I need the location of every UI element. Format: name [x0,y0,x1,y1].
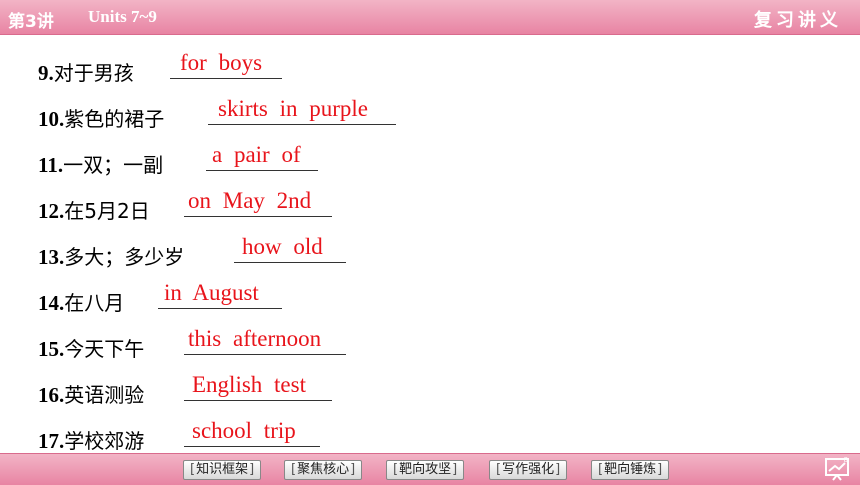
answer-text: in August [164,280,259,305]
answer-blank [184,216,332,217]
item-number: 9. [38,61,54,85]
item-prompt: 英语测验 [64,383,145,407]
lesson-title: 第3讲 [8,12,54,32]
item-prompt: 紫色的裙子 [64,107,165,131]
item-number: 17. [38,429,65,453]
units-title: Units 7~9 [88,7,157,26]
answer-text: a pair of [212,142,301,167]
exercise-item: 14.在八月 in August [38,280,738,316]
answer-text: on May 2nd [188,188,312,213]
answer-text: skirts in purple [218,96,368,121]
item-number: 11. [38,153,64,177]
item-number: 10. [38,107,65,131]
nav-writing-reinforce-button[interactable]: 写作强化 [489,460,568,480]
exercise-item: 10.紫色的裙子 skirts in purple [38,96,738,132]
item-number: 16. [38,383,65,407]
answer-blank [158,308,282,309]
footer-nav-bar: 知识框架 聚焦核心 靶向攻坚 写作强化 靶向锤炼 8 [0,453,860,485]
exercise-item: 15.今天下午 this afternoon [38,326,738,362]
exercise-item: 17.学校郊游 school trip [38,418,738,454]
nav-targeted-attack-button[interactable]: 靶向攻坚 [386,460,465,480]
item-number: 15. [38,337,65,361]
nav-focus-core-button[interactable]: 聚焦核心 [284,460,363,480]
answer-blank [184,446,320,447]
item-prompt: 对于男孩 [53,61,134,85]
item-number: 12. [38,199,65,223]
exercise-item: 11.一双；一副 a pair of [38,142,738,178]
answer-blank [184,354,346,355]
review-notes-title: 复习讲义 [754,10,842,31]
item-number: 14. [38,291,65,315]
nav-knowledge-framework-button[interactable]: 知识框架 [183,460,262,480]
item-prompt: 一双；一副 [63,153,164,177]
item-prompt: 今天下午 [64,337,145,361]
item-number: 13. [38,245,65,269]
answer-text: school trip [192,418,296,443]
item-prompt: 学校郊游 [64,429,145,453]
answer-text: for boys [180,50,263,75]
answer-blank [206,170,318,171]
exercise-item: 12.在5月2日 on May 2nd [38,188,738,224]
item-prompt: 多大；多少岁 [64,245,185,269]
answer-text: this afternoon [188,326,322,351]
item-prompt: 在八月 [64,291,125,315]
answer-blank [234,262,346,263]
answer-blank [184,400,332,401]
answer-blank [170,78,282,79]
answer-text: English test [192,372,306,397]
page-number: 8 [843,456,848,464]
nav-targeted-practice-button[interactable]: 靶向锤炼 [591,460,670,480]
exercise-item: 9.对于男孩 for boys [38,50,738,86]
item-prompt: 在5月2日 [64,199,150,223]
header-bar: 第3讲 Units 7~9 复习讲义 [0,0,860,35]
answer-text: how old [242,234,323,259]
answer-blank [208,124,396,125]
exercise-item: 13.多大；多少岁 how old [38,234,738,270]
exercise-item: 16.英语测验 English test [38,372,738,408]
